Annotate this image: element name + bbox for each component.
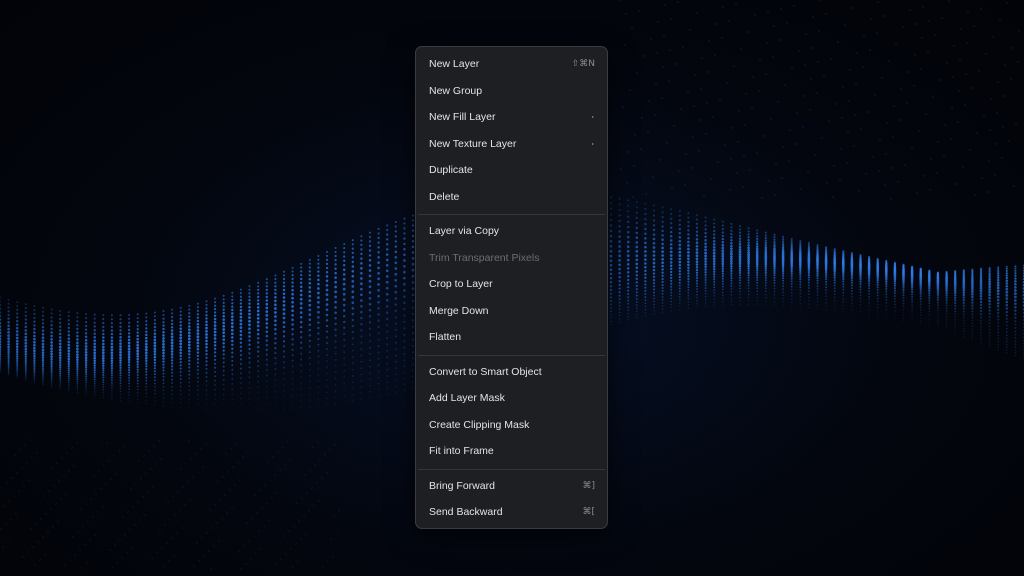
menu-item-crop-to-layer[interactable]: Crop to Layer <box>416 271 607 298</box>
menu-item-fit-into-frame[interactable]: Fit into Frame <box>416 438 607 465</box>
menu-item-label: Merge Down <box>429 304 489 317</box>
menu-item-convert-to-smart-object[interactable]: Convert to Smart Object <box>416 359 607 386</box>
menu-item-duplicate[interactable]: Duplicate <box>416 157 607 184</box>
menu-item-label: New Texture Layer <box>429 137 517 150</box>
menu-item-send-backward[interactable]: Send Backward ⌘[ <box>416 499 607 526</box>
menu-item-delete[interactable]: Delete <box>416 184 607 211</box>
menu-item-new-group[interactable]: New Group <box>416 78 607 105</box>
menu-item-label: Add Layer Mask <box>429 392 505 404</box>
submenu-arrow-icon <box>592 116 594 118</box>
menu-item-label: New Fill Layer <box>429 111 496 123</box>
submenu-arrow-icon <box>592 142 594 145</box>
menu-item-label: Trim Transparent Pixels <box>429 251 540 264</box>
menu-item-label: Fit into Frame <box>429 445 494 457</box>
menu-separator <box>418 468 605 470</box>
menu-item-shortcut: ⌘[ <box>582 507 595 517</box>
menu-item-add-layer-mask[interactable]: Add Layer Mask <box>416 385 607 412</box>
menu-item-label: Create Clipping Mask <box>429 418 530 431</box>
menu-item-new-layer[interactable]: New Layer ⇧⌘N <box>416 51 607 78</box>
menu-item-label: Crop to Layer <box>429 278 493 290</box>
menu-item-shortcut: ⇧⌘N <box>571 59 595 69</box>
menu-separator <box>418 214 605 215</box>
menu-item-create-clipping-mask[interactable]: Create Clipping Mask <box>416 412 607 439</box>
layer-context-menu: New Layer ⇧⌘N New Group New Fill Layer New T… <box>415 46 608 529</box>
menu-item-bring-forward[interactable]: Bring Forward ⌘] <box>416 473 607 500</box>
menu-item-layer-via-copy[interactable]: Layer via Copy <box>416 218 607 245</box>
menu-item-label: Delete <box>429 190 460 203</box>
menu-item-flatten[interactable]: Flatten <box>416 324 607 351</box>
menu-item-new-texture-layer[interactable]: New Texture Layer <box>416 131 607 158</box>
menu-item-label: Bring Forward <box>429 479 495 492</box>
menu-item-merge-down[interactable]: Merge Down <box>416 298 607 325</box>
menu-item-label: Convert to Smart Object <box>429 365 542 378</box>
menu-item-label: Flatten <box>429 331 462 343</box>
wallpaper-background: New Layer ⇧⌘N New Group New Fill Layer New T… <box>0 0 1024 576</box>
menu-item-shortcut: ⌘] <box>582 480 595 491</box>
menu-item-label: Duplicate <box>429 164 473 176</box>
menu-item-trim-transparent-pixels: Trim Transparent Pixels <box>416 245 607 272</box>
menu-item-label: New Group <box>429 84 483 97</box>
menu-item-new-fill-layer[interactable]: New Fill Layer <box>416 104 607 131</box>
menu-item-label: New Layer <box>429 58 480 70</box>
menu-item-label: Layer via Copy <box>429 225 500 237</box>
menu-item-label: Send Backward <box>429 506 503 518</box>
menu-separator <box>418 354 605 356</box>
